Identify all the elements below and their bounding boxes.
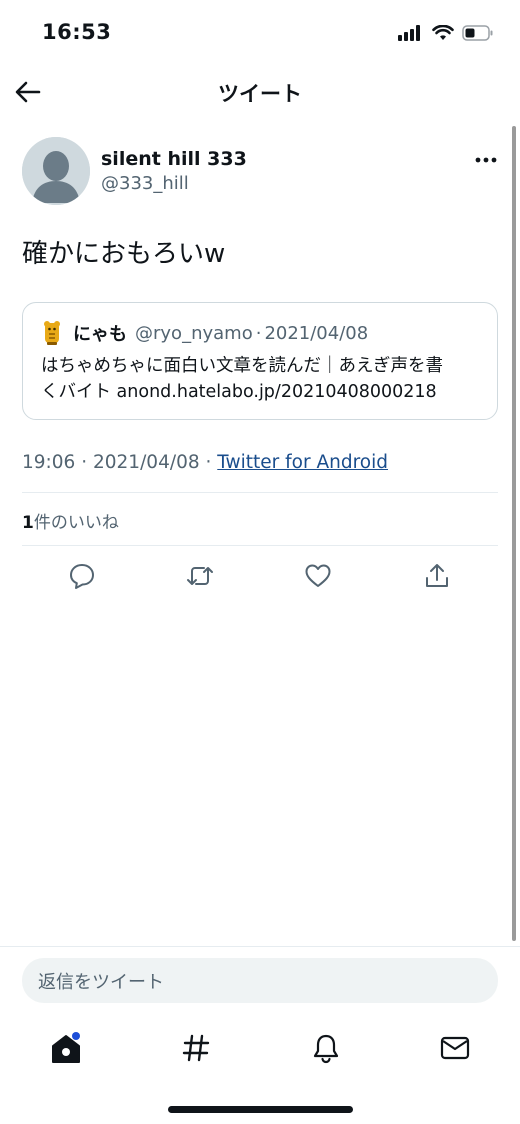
quote-tweet-card[interactable]: にゃも @ryo_nyamo · 2021/04/08 はちゃめちゃに面白い文章… <box>22 302 498 420</box>
status-bar: 16:53 <box>0 0 520 64</box>
author-avatar[interactable] <box>22 137 90 205</box>
scrollbar[interactable] <box>512 126 516 941</box>
author-name[interactable]: silent hill 333 <box>101 148 247 170</box>
retweet-icon <box>187 567 213 585</box>
like-button[interactable] <box>300 558 336 594</box>
home-indicator[interactable] <box>168 1106 353 1113</box>
tab-bar <box>0 1020 520 1074</box>
tab-home[interactable] <box>46 1028 86 1068</box>
reply-input[interactable]: 返信をツイート <box>22 958 498 1003</box>
wifi-icon <box>432 25 454 40</box>
mail-icon <box>440 1036 470 1060</box>
quote-separator: · <box>255 322 262 344</box>
likes-count[interactable]: 1件のいいね <box>22 508 119 533</box>
divider <box>22 492 498 493</box>
status-time: 16:53 <box>42 20 112 44</box>
tweet-meta: 19:06 · 2021/04/08 · Twitter for Android <box>22 452 388 473</box>
likes-label: 件のいいね <box>33 513 119 533</box>
notification-dot <box>72 1032 80 1040</box>
meta-separator: · <box>199 452 218 473</box>
divider <box>22 545 498 546</box>
signal-icon <box>398 25 422 41</box>
page-title: ツイート <box>218 82 302 106</box>
quote-header: にゃも @ryo_nyamo · 2021/04/08 <box>41 320 368 346</box>
status-icons <box>398 22 494 44</box>
tweet-date: 2021/04/08 <box>92 452 200 473</box>
quote-body-line: くバイト anond.hatelabo.jp/20210408000218 <box>41 382 437 402</box>
battery-icon <box>462 25 493 41</box>
meta-separator: · <box>75 452 93 473</box>
client-link[interactable]: Twitter for Android <box>217 452 388 473</box>
tab-explore[interactable] <box>176 1028 216 1068</box>
tab-notifications[interactable] <box>306 1028 346 1068</box>
share-button[interactable] <box>419 558 455 594</box>
likes-number: 1 <box>22 513 34 533</box>
nav-bar: ツイート <box>0 64 520 120</box>
tab-messages[interactable] <box>435 1028 475 1068</box>
more-button[interactable] <box>472 148 500 172</box>
quote-body-line: はちゃめちゃに面白い文章を読んだ｜あえぎ声を書 <box>41 356 443 376</box>
heart-icon <box>305 564 331 587</box>
share-icon <box>426 564 448 587</box>
quote-date: 2021/04/08 <box>264 322 369 344</box>
quote-author-handle: @ryo_nyamo <box>135 322 253 344</box>
tweet-time: 19:06 <box>22 452 76 473</box>
quote-author-name: にゃも <box>73 324 127 345</box>
reply-button[interactable] <box>64 558 100 594</box>
quote-body: はちゃめちゃに面白い文章を読んだ｜あえぎ声を書 くバイト anond.hatel… <box>41 353 491 405</box>
tweet-text: 確かにおもろいw <box>22 239 226 269</box>
retweet-button[interactable] <box>182 558 218 594</box>
default-avatar-icon <box>22 137 90 205</box>
more-icon <box>475 157 497 163</box>
author-handle[interactable]: @333_hill <box>101 173 189 194</box>
bell-icon <box>313 1034 339 1064</box>
quote-avatar <box>44 321 60 345</box>
reply-icon <box>70 564 94 589</box>
divider <box>0 946 520 947</box>
tweet-actions <box>22 558 498 594</box>
hashtag-icon <box>182 1034 210 1062</box>
